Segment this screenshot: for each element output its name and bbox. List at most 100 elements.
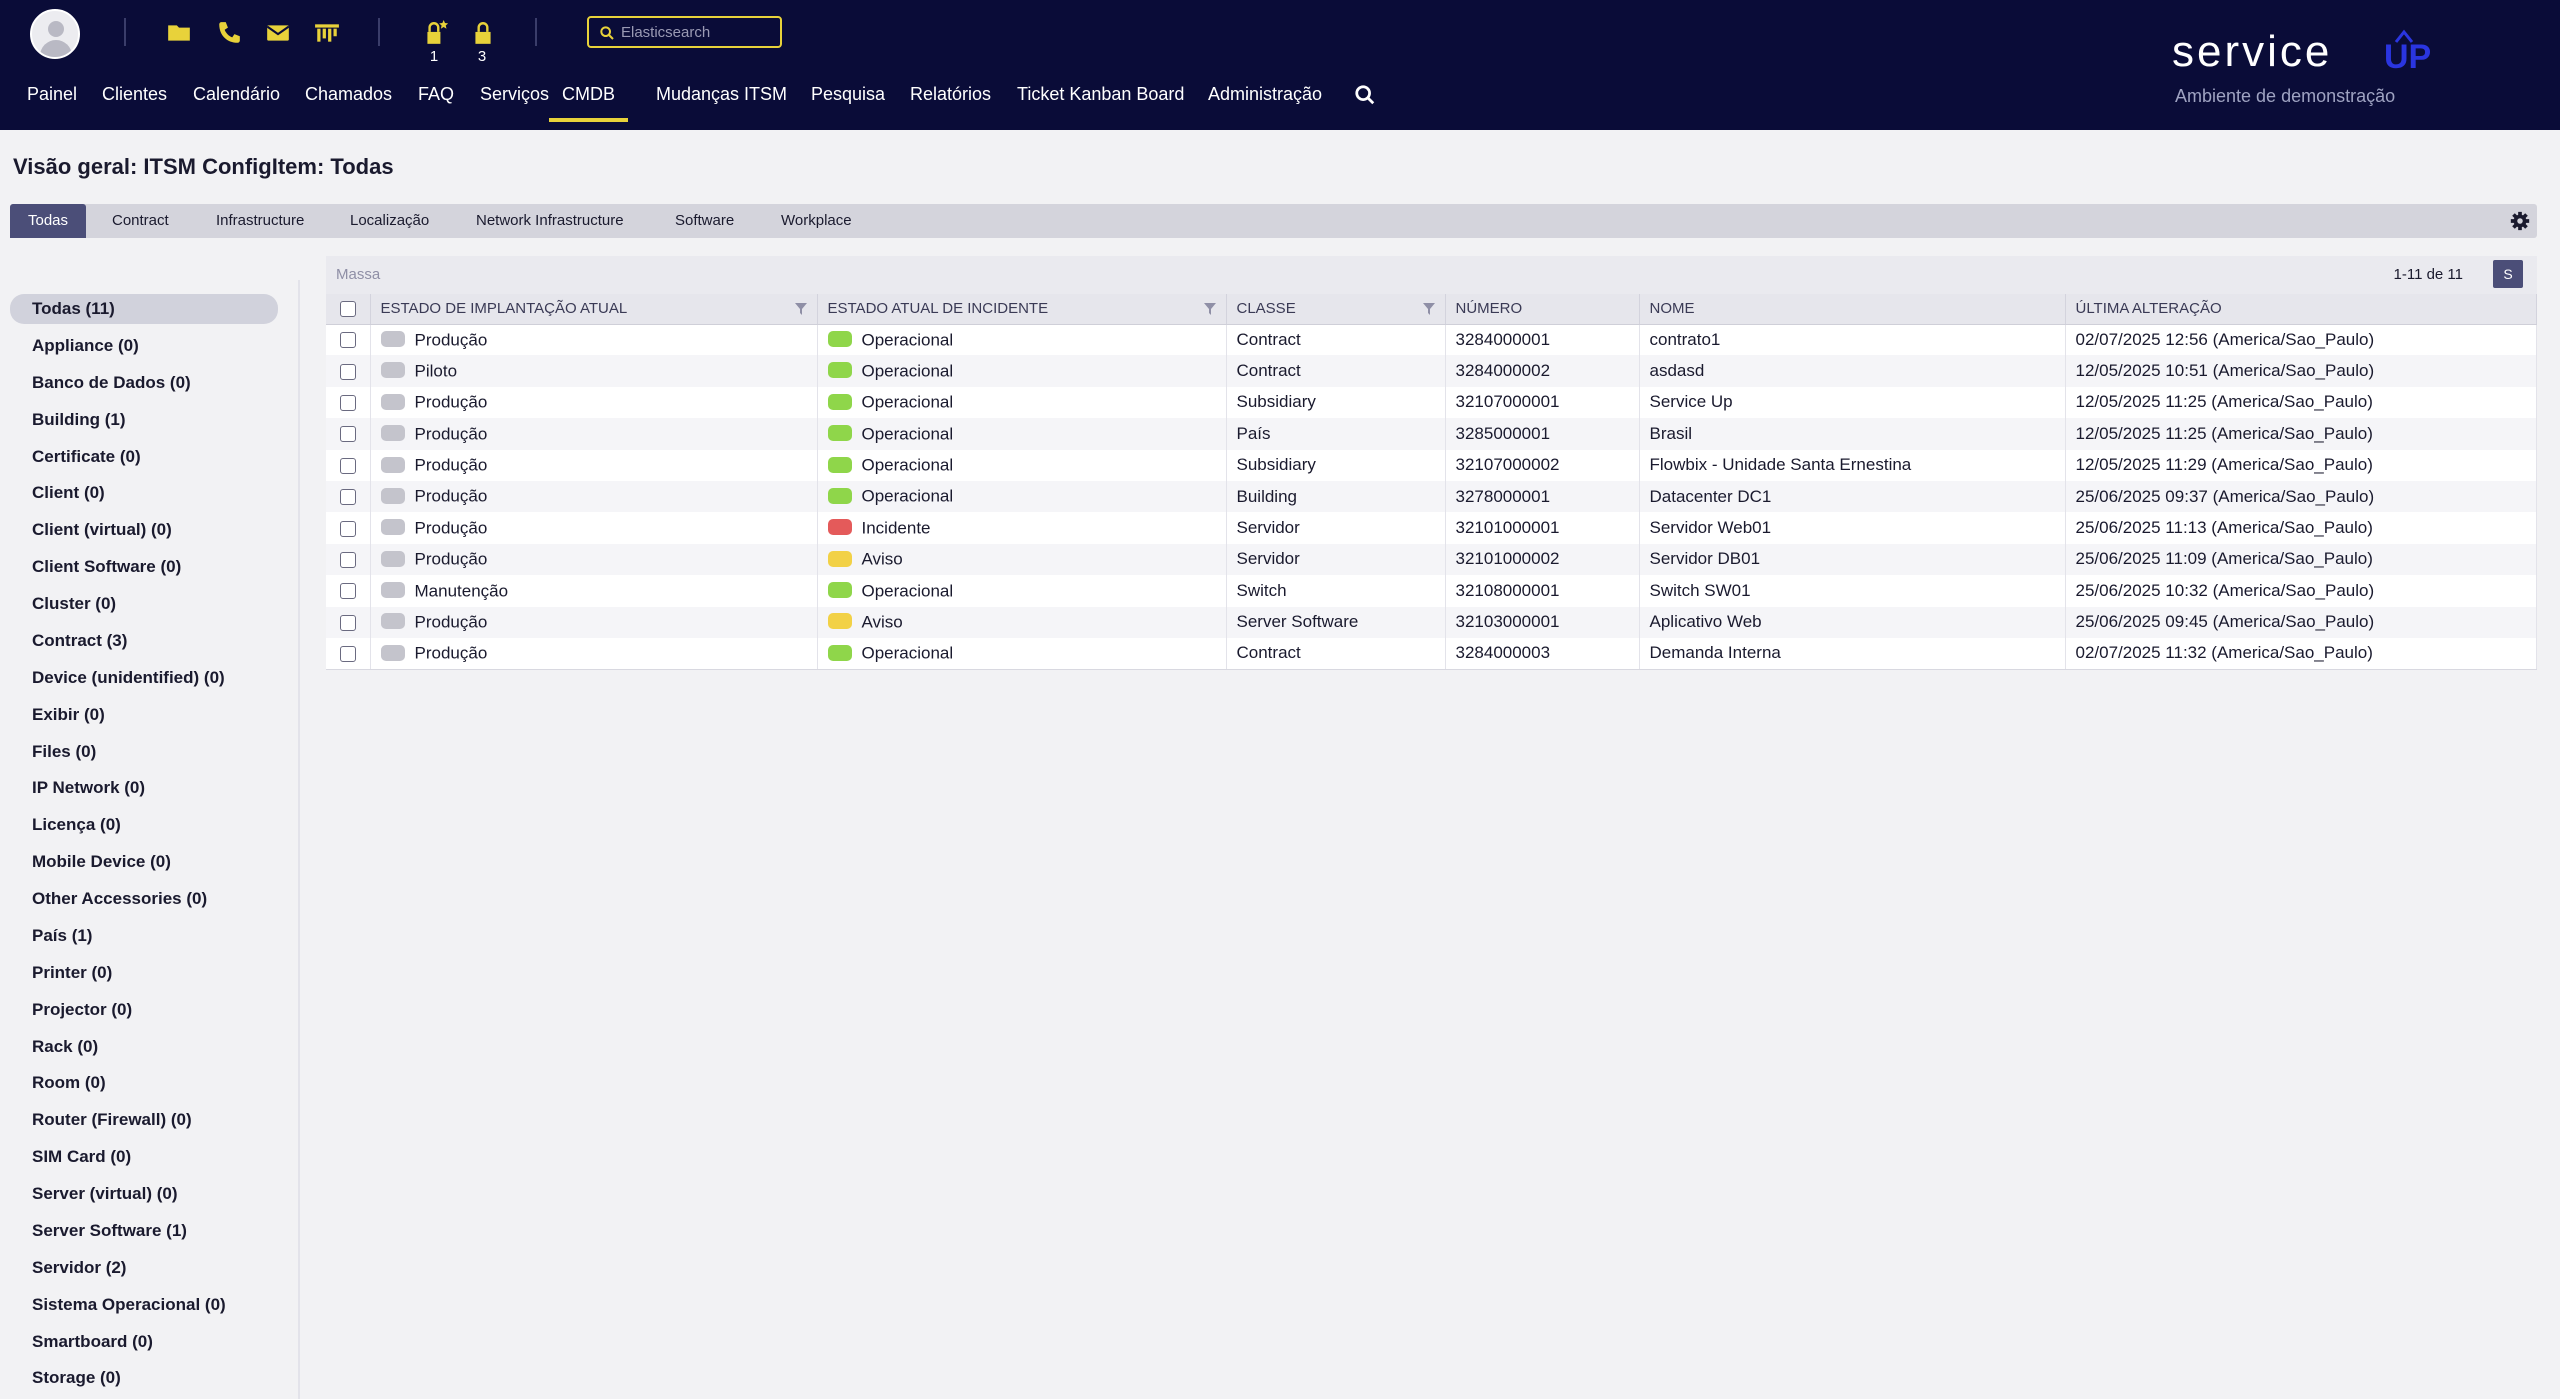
nav-calendario[interactable]: Calendário	[193, 80, 280, 122]
sidebar-item-mobile-device[interactable]: Mobile Device (0)	[10, 847, 278, 877]
number-cell[interactable]: 32107000002	[1445, 449, 1640, 481]
select-all-checkbox[interactable]	[339, 301, 356, 318]
sidebar-item-sistema-operacional[interactable]: Sistema Operacional (0)	[10, 1290, 278, 1320]
tab-network-infrastructure[interactable]: Network Infrastructure	[458, 204, 642, 238]
number-cell[interactable]: 3278000001	[1445, 480, 1640, 513]
name-cell[interactable]: contrato1	[1639, 324, 2066, 356]
row-checkbox[interactable]	[339, 457, 356, 474]
number-cell[interactable]: 32108000001	[1445, 575, 1640, 607]
sidebar-item-ip-network[interactable]: IP Network (0)	[10, 773, 278, 803]
table-row[interactable]: Piloto Operacional Contract 3284000002 asdas…	[326, 355, 2537, 387]
name-cell[interactable]: Switch SW01	[1639, 575, 2066, 607]
search-icon[interactable]	[1354, 84, 1376, 106]
col-deployment-state[interactable]: ESTADO DE IMPLANTAÇÃO ATUAL	[370, 294, 818, 325]
sidebar-item-sim-card[interactable]: SIM Card (0)	[10, 1142, 278, 1172]
col-class[interactable]: CLASSE	[1226, 294, 1446, 325]
kanban-board-icon[interactable]	[314, 20, 340, 46]
sidebar-item-server-virtual[interactable]: Server (virtual) (0)	[10, 1179, 278, 1209]
table-row[interactable]: Produção Aviso Servidor 32101000002 Servidor…	[326, 543, 2537, 576]
phone-icon[interactable]	[216, 20, 242, 46]
table-row[interactable]: Produção Incidente Servidor 32101000001 Serv…	[326, 512, 2537, 544]
row-checkbox[interactable]	[339, 520, 356, 537]
number-cell[interactable]: 32103000001	[1445, 606, 1640, 638]
tab-localizacao[interactable]: Localização	[332, 204, 447, 238]
sidebar-item-files[interactable]: Files (0)	[10, 737, 278, 767]
table-row[interactable]: Produção Operacional Contract 3284000003 Dem…	[326, 637, 2537, 670]
sidebar-item-pais[interactable]: País (1)	[10, 921, 278, 951]
sidebar-item-other-accessories[interactable]: Other Accessories (0)	[10, 884, 278, 914]
sidebar-item-client[interactable]: Client (0)	[10, 478, 278, 508]
nav-servicos[interactable]: Serviços	[480, 80, 549, 122]
row-checkbox[interactable]	[339, 645, 356, 662]
sidebar-item-projector[interactable]: Projector (0)	[10, 995, 278, 1025]
table-row[interactable]: Produção Aviso Server Software 32103000001 A…	[326, 606, 2537, 638]
name-cell[interactable]: Servidor DB01	[1639, 543, 2066, 576]
bulk-action-label[interactable]: Massa	[336, 266, 380, 283]
col-last-change[interactable]: ÚLTIMA ALTERAÇÃO	[2065, 294, 2537, 325]
sidebar-item-todas[interactable]: Todas (11)	[10, 294, 278, 324]
table-row[interactable]: Manutenção Operacional Switch 32108000001 Sw…	[326, 575, 2537, 607]
nav-mudancas-itsm[interactable]: Mudanças ITSM	[656, 80, 787, 122]
name-cell[interactable]: Brasil	[1639, 418, 2066, 450]
tab-contract[interactable]: Contract	[94, 204, 187, 238]
sidebar-item-licenca[interactable]: Licença (0)	[10, 810, 278, 840]
row-checkbox[interactable]	[339, 363, 356, 380]
row-checkbox[interactable]	[339, 614, 356, 631]
name-cell[interactable]: Datacenter DC1	[1639, 480, 2066, 513]
user-avatar[interactable]	[30, 9, 80, 59]
number-cell[interactable]: 3284000001	[1445, 324, 1640, 356]
tab-todas[interactable]: Todas	[10, 204, 87, 238]
elasticsearch-box[interactable]	[587, 16, 782, 48]
nav-administracao[interactable]: Administração	[1208, 80, 1322, 122]
table-settings-button[interactable]: S	[2493, 260, 2523, 288]
sidebar-item-banco-de-dados[interactable]: Banco de Dados (0)	[10, 368, 278, 398]
mail-icon[interactable]	[265, 20, 291, 46]
nav-painel[interactable]: Painel	[27, 80, 77, 122]
table-row[interactable]: Produção Operacional Building 3278000001 Dat…	[326, 480, 2537, 513]
number-cell[interactable]: 32101000001	[1445, 512, 1640, 544]
sidebar-item-exibir[interactable]: Exibir (0)	[10, 700, 278, 730]
row-checkbox[interactable]	[339, 426, 356, 443]
tab-software[interactable]: Software	[657, 204, 752, 238]
sidebar-item-rack[interactable]: Rack (0)	[10, 1032, 278, 1062]
nav-cmdb[interactable]: CMDB	[549, 80, 628, 122]
locked-tickets-new-icon[interactable]	[422, 20, 449, 46]
row-checkbox[interactable]	[339, 394, 356, 411]
number-cell[interactable]: 3285000001	[1445, 418, 1640, 450]
name-cell[interactable]: Demanda Interna	[1639, 637, 2066, 670]
name-cell[interactable]: asdasd	[1639, 355, 2066, 387]
name-cell[interactable]: Aplicativo Web	[1639, 606, 2066, 638]
sidebar-item-router-firewall[interactable]: Router (Firewall) (0)	[10, 1105, 278, 1135]
gear-icon[interactable]	[2509, 210, 2531, 232]
elasticsearch-input[interactable]	[621, 22, 771, 42]
sidebar-item-smartboard[interactable]: Smartboard (0)	[10, 1327, 278, 1357]
name-cell[interactable]: Flowbix - Unidade Santa Ernestina	[1639, 449, 2066, 481]
sidebar-item-contract[interactable]: Contract (3)	[10, 626, 278, 656]
table-row[interactable]: Produção Operacional Subsidiary 32107000002…	[326, 449, 2537, 481]
sidebar-item-client-virtual[interactable]: Client (virtual) (0)	[10, 515, 278, 545]
filter-icon[interactable]	[1422, 303, 1435, 315]
name-cell[interactable]: Servidor Web01	[1639, 512, 2066, 544]
col-number[interactable]: NÚMERO	[1445, 294, 1640, 325]
filter-icon[interactable]	[1203, 303, 1216, 315]
number-cell[interactable]: 32101000002	[1445, 543, 1640, 576]
tab-workplace[interactable]: Workplace	[763, 204, 870, 238]
row-checkbox[interactable]	[339, 332, 356, 349]
number-cell[interactable]: 3284000002	[1445, 355, 1640, 387]
sidebar-item-storage[interactable]: Storage (0)	[10, 1363, 278, 1393]
nav-ticket-kanban-board[interactable]: Ticket Kanban Board	[1017, 80, 1184, 122]
locked-tickets-icon[interactable]	[470, 20, 496, 46]
sidebar-item-certificate[interactable]: Certificate (0)	[10, 442, 278, 472]
sidebar-item-printer[interactable]: Printer (0)	[10, 958, 278, 988]
sidebar-item-appliance[interactable]: Appliance (0)	[10, 331, 278, 361]
col-incident-state[interactable]: ESTADO ATUAL DE INCIDENTE	[817, 294, 1227, 325]
table-row[interactable]: Produção Operacional País 3285000001 Brasil 1…	[326, 418, 2537, 450]
nav-faq[interactable]: FAQ	[418, 80, 454, 122]
sidebar-item-device-unidentified[interactable]: Device (unidentified) (0)	[10, 663, 278, 693]
sidebar-item-building[interactable]: Building (1)	[10, 405, 278, 435]
sidebar-item-client-software[interactable]: Client Software (0)	[10, 552, 278, 582]
sidebar-item-server-software[interactable]: Server Software (1)	[10, 1216, 278, 1246]
sidebar-item-cluster[interactable]: Cluster (0)	[10, 589, 278, 619]
sidebar-item-servidor[interactable]: Servidor (2)	[10, 1253, 278, 1283]
row-checkbox[interactable]	[339, 489, 356, 506]
